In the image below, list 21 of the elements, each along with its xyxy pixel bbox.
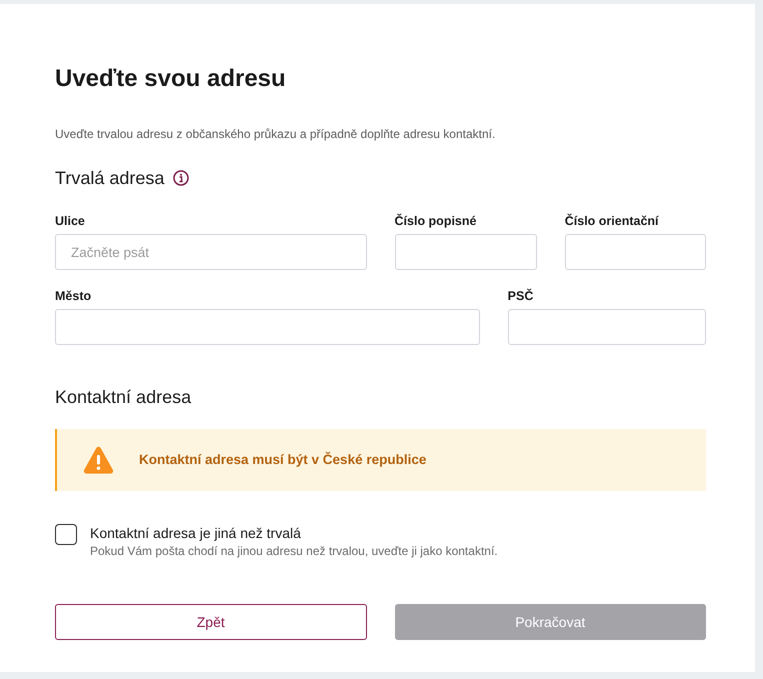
field-label: Číslo orientační (564, 213, 660, 229)
input-field[interactable] (564, 234, 706, 270)
checkbox[interactable] (55, 524, 77, 545)
section-heading: Kontaktní adresa (55, 386, 192, 409)
input-field[interactable] (508, 309, 706, 345)
checkbox-label[interactable]: Kontaktní adresa je jiná než trvalá (90, 523, 498, 543)
info-icon[interactable] (173, 170, 190, 186)
field-label: Číslo popisné (394, 213, 478, 229)
intro-text: Uveďte trvalou adresu z občanského průkazu a případně doplňte adresu kontaktní. (55, 126, 496, 142)
back-button[interactable]: Zpět (55, 604, 366, 640)
field-label: Město (55, 288, 92, 304)
alert-message: Kontaktní adresa musí být v České republice (139, 450, 426, 469)
input-field[interactable] (55, 309, 480, 345)
section-heading: Trvalá adresa (55, 167, 164, 190)
page-title: Uveďte svou adresu (55, 64, 287, 94)
input-field[interactable] (394, 234, 537, 270)
input-field[interactable]: Začněte psát (55, 234, 367, 270)
field-label: PSČ (508, 288, 534, 304)
warning-icon (83, 446, 114, 474)
field-label: Ulice (55, 213, 86, 229)
checkbox-description: Pokud Vám pošta chodí na jinou adresu než trvalou, uveďte ji jako kontaktní. (90, 543, 498, 559)
